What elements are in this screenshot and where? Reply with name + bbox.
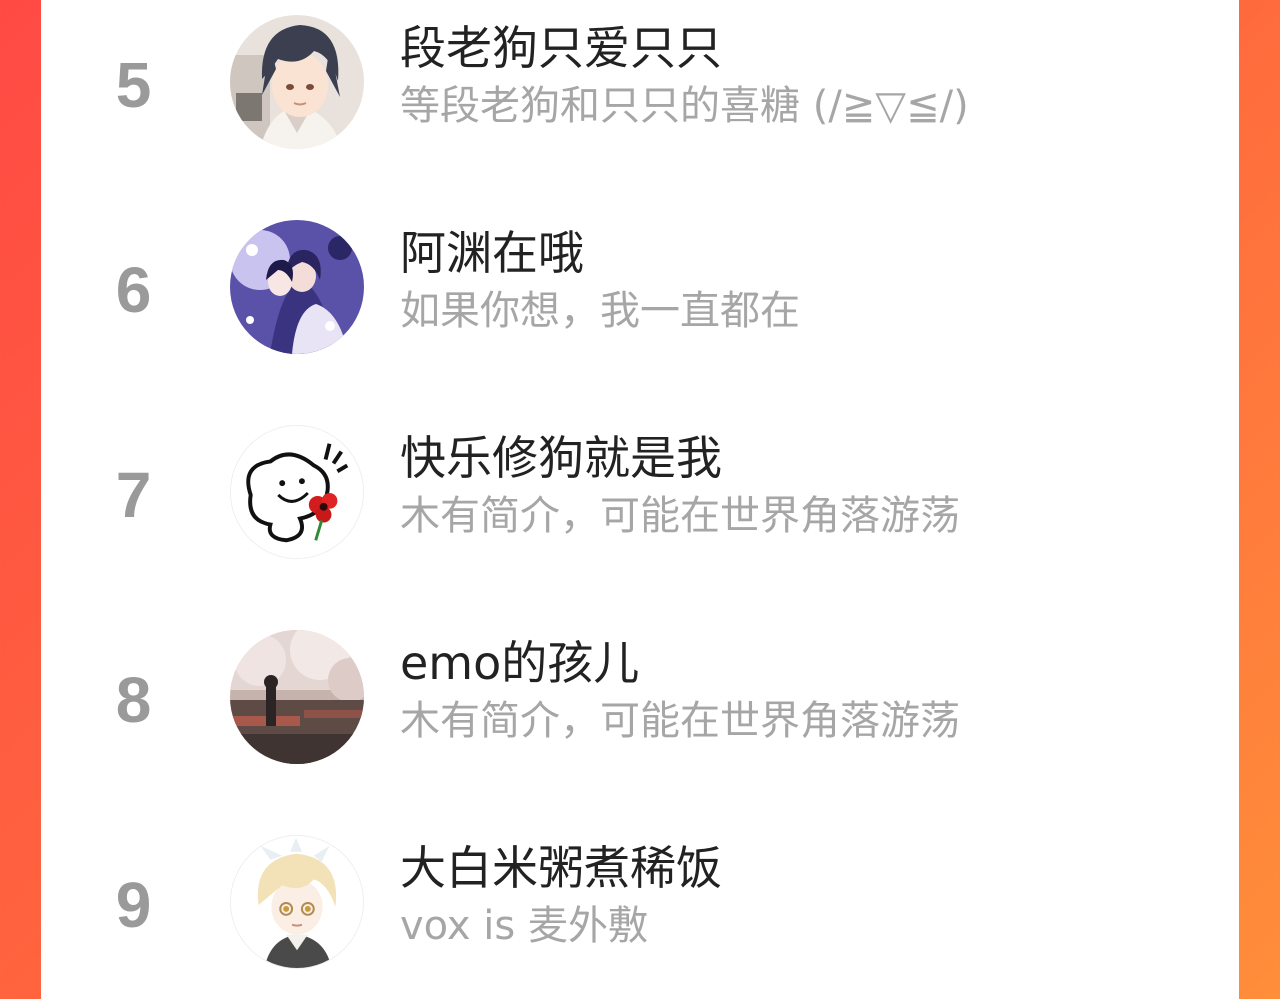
anime-boy-avatar-icon[interactable] (230, 15, 364, 149)
blond-anime-avatar-icon[interactable] (230, 835, 364, 969)
leaderboard-row[interactable]: 8 emo的孩儿 木有简介，可能在世界角落游荡 (41, 615, 1239, 820)
rank-number: 8 (115, 664, 152, 736)
rank-number: 9 (115, 869, 152, 941)
user-bio: 木有简介，可能在世界角落游荡 (400, 493, 960, 539)
user-bio: 木有简介，可能在世界角落游荡 (400, 698, 960, 744)
user-name[interactable]: 快乐修狗就是我 (400, 428, 722, 488)
leaderboard-row[interactable]: 9 大白米粥煮稀饭 vox is 麦外敷 (41, 820, 1239, 999)
rank-number: 7 (115, 459, 152, 531)
doodle-flower-avatar-icon[interactable] (230, 425, 364, 559)
leaderboard-row[interactable]: 5 段老狗只爱只只 等段老狗和只只的喜糖 (/≧▽≦/) (41, 0, 1239, 205)
rank-number: 5 (115, 49, 152, 121)
user-bio: 等段老狗和只只的喜糖 (/≧▽≦/) (400, 83, 969, 129)
anime-couple-avatar-icon[interactable] (230, 220, 364, 354)
leaderboard-row[interactable]: 6 阿渊在哦 如果你想，我一直都在 (41, 205, 1239, 410)
user-bio: 如果你想，我一直都在 (400, 288, 800, 334)
leaderboard-card: 5 段老狗只爱只只 等段老狗和只只的喜糖 (/≧▽≦/) 6 阿渊在哦 如果你想… (41, 0, 1239, 999)
leaderboard-row[interactable]: 7 快乐修狗就是我 木有简介，可能在世界角落游荡 (41, 410, 1239, 615)
user-name[interactable]: 阿渊在哦 (400, 223, 584, 283)
rank-number: 6 (115, 254, 152, 326)
user-name[interactable]: emo的孩儿 (400, 633, 639, 693)
user-bio: vox is 麦外敷 (400, 903, 648, 949)
cherry-blossom-avatar-icon[interactable] (230, 630, 364, 764)
user-name[interactable]: 大白米粥煮稀饭 (400, 838, 722, 898)
user-name[interactable]: 段老狗只爱只只 (400, 18, 722, 78)
